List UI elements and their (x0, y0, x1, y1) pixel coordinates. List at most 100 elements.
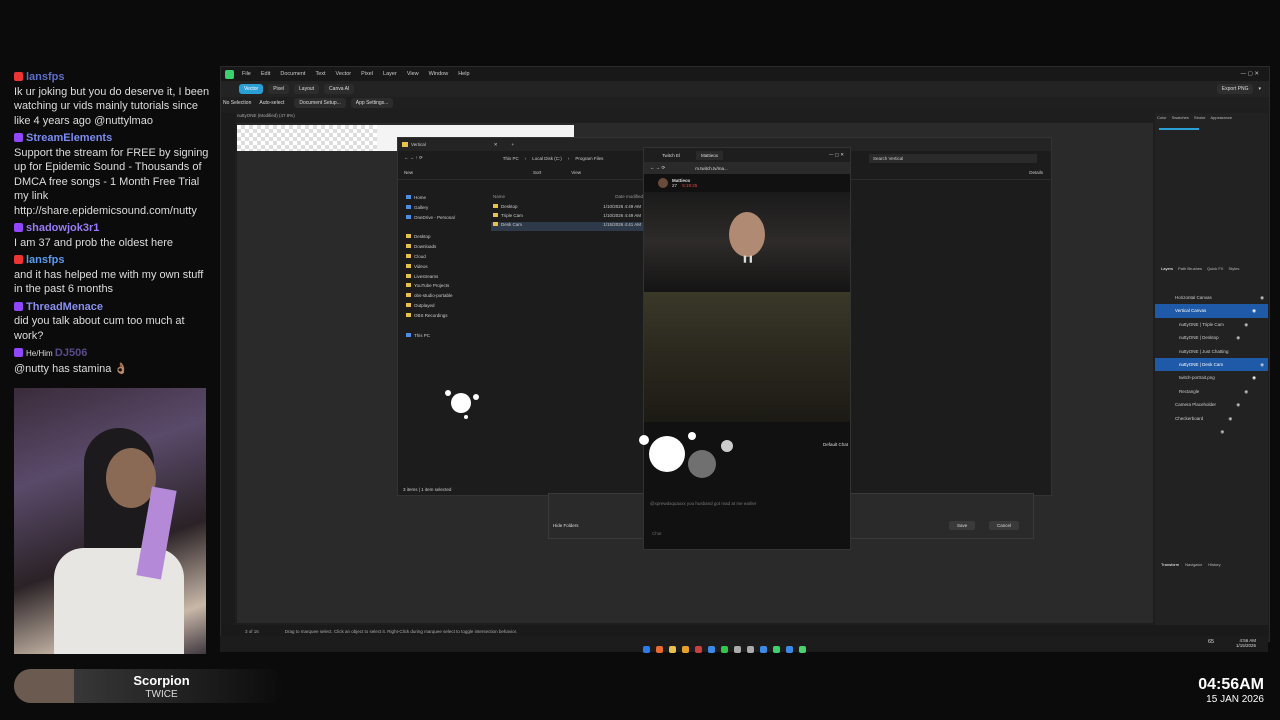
taskbar-app-icon[interactable] (669, 646, 676, 653)
app-settings-button[interactable]: App Settings... (350, 98, 394, 108)
browser-nav-icons[interactable]: ← → ⟳ (650, 165, 665, 171)
taskbar-app-icon[interactable] (773, 646, 780, 653)
window-controls[interactable]: — ▢ ✕ (1241, 71, 1259, 77)
layer-row[interactable]: Vertical Canvas ◉ (1155, 304, 1268, 318)
layer-panel-tab[interactable]: Styles (1228, 266, 1239, 271)
nav-item[interactable]: This PC (406, 332, 486, 343)
volume-level[interactable]: 65 (1208, 639, 1214, 645)
file-row[interactable]: Desk Cam 1/15/2026 4:41 AM (491, 222, 643, 231)
new-tab-icon[interactable]: + (512, 142, 515, 147)
menu-item[interactable]: Help (458, 71, 469, 77)
chat-username[interactable]: StreamElements (26, 132, 112, 144)
layer-row[interactable]: twitch-portrait.png ◉ (1155, 371, 1268, 393)
taskbar-app-icon[interactable] (656, 646, 663, 653)
visibility-icon[interactable]: ◉ (1236, 398, 1240, 411)
nav-item[interactable]: Outplayed (406, 302, 486, 313)
taskbar-icons[interactable] (640, 640, 809, 658)
panel-tab[interactable]: Appearance (1210, 115, 1232, 120)
hide-folders-toggle[interactable]: Hide Folders (553, 523, 579, 528)
taskbar-app-icon[interactable] (643, 646, 650, 653)
taskbar-app-icon[interactable] (734, 646, 741, 653)
taskbar-app-icon[interactable] (721, 646, 728, 653)
browser-window-controls[interactable]: — ▢ ✕ (829, 152, 844, 158)
visibility-icon[interactable]: ◉ (1252, 371, 1256, 384)
mode-layout[interactable]: Layout (294, 84, 320, 94)
chat-username[interactable]: lansfps (26, 254, 65, 266)
layer-row[interactable]: Rectangle ◉ (1155, 385, 1268, 407)
chat-input[interactable]: Chat (652, 531, 662, 536)
nav-item[interactable]: Home (406, 195, 486, 205)
cancel-button[interactable]: Cancel (989, 521, 1020, 530)
taskbar-app-icon[interactable] (747, 646, 754, 653)
taskbar-app-icon[interactable] (799, 646, 806, 653)
transform-tab[interactable]: History (1208, 562, 1220, 567)
nav-item[interactable]: OBS Recordings (406, 312, 486, 323)
taskbar-app-icon[interactable] (760, 646, 767, 653)
mode-canva-ai[interactable]: Canva AI (324, 84, 355, 94)
layer-row[interactable]: nuttyONE | Desktop ◉ (1155, 331, 1268, 344)
transform-tab[interactable]: Navigator (1185, 562, 1202, 567)
nav-item[interactable]: Livestreams (406, 273, 486, 284)
nav-item[interactable]: Videos (406, 263, 486, 274)
layer-row[interactable]: nuttyONE | Just Chatting ◉ (1155, 345, 1268, 367)
date-column-header[interactable]: Date modified (615, 194, 643, 199)
layer-panel-tab[interactable]: Quick FX (1207, 266, 1223, 271)
menu-item[interactable]: Text (315, 71, 325, 77)
menu-item[interactable]: Edit (261, 71, 270, 77)
browser-tab-2[interactable]: Mattieox (696, 150, 724, 160)
save-button[interactable]: Save (949, 521, 976, 530)
panel-tab[interactable]: Stroke (1194, 115, 1206, 120)
stream-video-bottom[interactable] (644, 292, 850, 422)
layer-row[interactable]: Checkerboard ◉ (1155, 412, 1268, 434)
nav-item[interactable]: OneDrive - Personal (406, 214, 486, 225)
pause-icon[interactable]: ❚❚ (742, 255, 754, 263)
stroke-width-slider[interactable] (1159, 128, 1199, 130)
sort-button[interactable]: Sort (533, 170, 541, 175)
search-box[interactable]: Search Vertical (869, 153, 1037, 163)
view-button[interactable]: View (571, 170, 581, 175)
url-field[interactable]: m.twitch.tv/ma... (695, 166, 728, 171)
breadcrumb-2[interactable]: Local Disk (C:) (532, 156, 562, 161)
nav-item[interactable]: Downloads (406, 244, 486, 254)
taskbar-app-icon[interactable] (708, 646, 715, 653)
mode-pixel[interactable]: Pixel (268, 84, 290, 94)
nav-item[interactable]: Cloud (406, 253, 486, 264)
nav-item[interactable]: Gallery (406, 204, 486, 215)
mode-vector[interactable]: Vector (239, 84, 264, 94)
close-tab-icon[interactable]: ✕ (494, 142, 498, 148)
new-button[interactable]: New (404, 170, 413, 175)
details-button[interactable]: Details (1029, 170, 1043, 175)
nav-arrows[interactable]: ← → ↑ ⟳ (404, 155, 423, 161)
transform-panel-tabs[interactable]: Transform Navigator History (1161, 562, 1221, 567)
layer-panel-tab[interactable]: Path Brushes (1178, 266, 1202, 271)
layers-panel-tabs[interactable]: Layers Path Brushes Quick FX Styles (1161, 266, 1239, 271)
export-button[interactable]: Export PNG (1216, 84, 1254, 94)
taskbar-app-icon[interactable] (695, 646, 702, 653)
visibility-icon[interactable]: ◉ (1252, 304, 1256, 317)
document-setup-button[interactable]: Document Setup... (294, 98, 346, 108)
taskbar-app-icon[interactable] (682, 646, 689, 653)
nav-item[interactable]: YouTube Projects (406, 283, 486, 293)
document-tab[interactable]: nuttyONE (Modified) (47.8%) (237, 113, 295, 118)
visibility-icon[interactable]: ◉ (1228, 412, 1232, 425)
tools-panel[interactable] (221, 113, 235, 633)
taskbar-app-icon[interactable] (786, 646, 793, 653)
visibility-icon[interactable]: ◉ (1260, 358, 1264, 371)
breadcrumb-1[interactable]: This PC (503, 156, 519, 161)
export-dropdown-icon[interactable]: ▾ (1258, 86, 1261, 92)
layer-panel-tab[interactable]: Layers (1161, 266, 1173, 271)
menu-item[interactable]: File (242, 71, 251, 77)
menu-item[interactable]: Document (280, 71, 305, 77)
browser-tab-1[interactable]: Twitch El (662, 153, 680, 158)
nav-item[interactable]: obs-studio-portable (406, 293, 486, 303)
chat-username[interactable]: DJ506 (55, 347, 87, 359)
layer-row[interactable]: Camera Placeholder ◉ (1155, 398, 1268, 420)
menu-item[interactable]: Window (429, 71, 449, 77)
nav-item[interactable]: Desktop (406, 234, 486, 244)
stream-video-top[interactable]: ❚❚ (644, 192, 850, 292)
menu-item[interactable]: Vector (336, 71, 352, 77)
explorer-tab-title[interactable]: Vertical (411, 142, 426, 147)
menu-item[interactable]: Layer (383, 71, 397, 77)
name-column-header[interactable]: Name (493, 194, 505, 199)
visibility-icon[interactable]: ◉ (1244, 385, 1248, 398)
